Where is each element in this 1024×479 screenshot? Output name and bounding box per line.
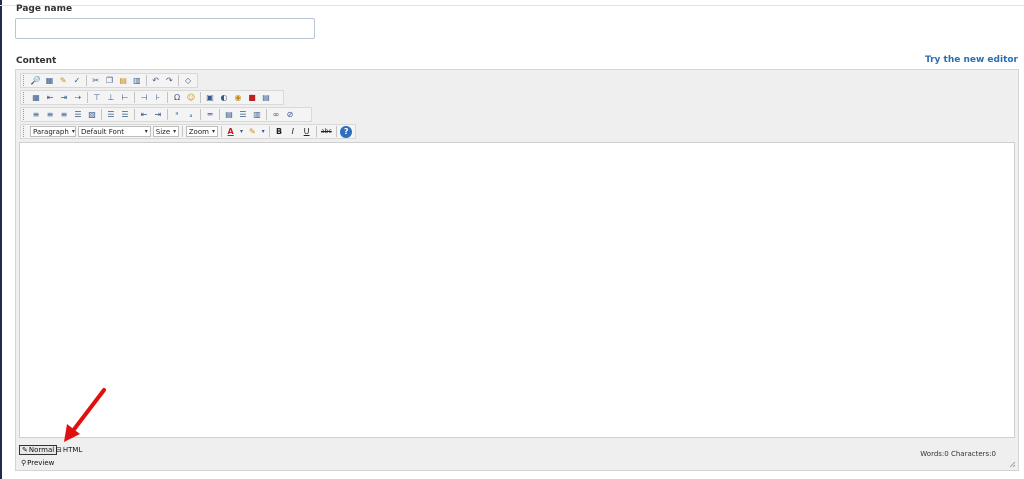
replace-icon[interactable]: ▦ (44, 75, 56, 87)
chevron-down-icon: ▾ (173, 128, 177, 135)
media-icon[interactable]: ◉ (232, 92, 244, 104)
chevron-down-icon: ▾ (71, 128, 75, 135)
cut-icon[interactable]: ✂ (90, 75, 102, 87)
template-icon[interactable]: ▤ (223, 109, 235, 121)
form-icon[interactable]: ▤ (260, 92, 272, 104)
link-icon[interactable]: ∞ (270, 109, 282, 121)
subscript-icon[interactable]: ₐ (185, 109, 197, 121)
chevron-down-icon: ▾ (144, 128, 148, 135)
outdent-icon[interactable]: ⇤ (138, 109, 150, 121)
page-break-icon[interactable]: ▥ (251, 109, 263, 121)
paragraph-format-select[interactable]: Paragraph ▾ (29, 126, 76, 137)
align-center-icon[interactable]: ≡ (44, 109, 56, 121)
try-new-editor-link[interactable]: Try the new editor (925, 55, 1018, 65)
emoticon-icon[interactable]: ☺ (185, 92, 197, 104)
insert-column-left-icon[interactable]: ⇤ (44, 92, 56, 104)
rich-text-editor: 🔎 ▦ ✎ ✓ ✂ ❐ ▤ ▥ ↶ ↷ ◇ ▦ ⇤ ⇥ ⇢ ⊤ ⊥ ⊢ ⊣ ⊦ … (15, 69, 1019, 471)
italic-icon[interactable]: I (287, 126, 299, 138)
insert-row-above-icon[interactable]: ⊤ (91, 92, 103, 104)
toolbar-row-1: 🔎 ▦ ✎ ✓ ✂ ❐ ▤ ▥ ↶ ↷ ◇ (20, 73, 198, 88)
underline-icon[interactable]: U (301, 126, 313, 138)
normal-mode-tab[interactable]: ✎ Normal (19, 445, 58, 455)
justify-full-icon[interactable]: ▧ (86, 109, 98, 121)
toolbar-grip (23, 126, 27, 137)
edit-icon: ✎ (22, 446, 28, 454)
left-border (0, 0, 2, 479)
font-color-icon[interactable]: A (225, 126, 237, 138)
align-left-icon[interactable]: ≡ (30, 109, 42, 121)
paste-icon[interactable]: ▤ (117, 75, 129, 87)
top-divider (0, 5, 1024, 6)
toolbar-row-4: Paragraph ▾ Default Font ▾ Size ▾ Zoom ▾ A ▾… (20, 124, 356, 139)
align-justify-icon[interactable]: ☰ (72, 109, 84, 121)
horizontal-rule-icon[interactable]: ═ (204, 109, 216, 121)
unlink-icon[interactable]: ⊘ (284, 109, 296, 121)
font-size-select[interactable]: Size ▾ (152, 126, 179, 137)
toolbar-grip (23, 75, 27, 86)
delete-column-icon[interactable]: ⇢ (72, 92, 84, 104)
find-icon[interactable]: 🔎 (30, 75, 42, 87)
bullet-list-icon[interactable]: ☰ (119, 109, 131, 121)
image-icon[interactable]: ▣ (204, 92, 216, 104)
copy-icon[interactable]: ❐ (104, 75, 116, 87)
help-icon[interactable]: ? (340, 125, 353, 138)
html-mode-tab[interactable]: ⊟ HTML (54, 445, 84, 455)
table-icon[interactable]: ▦ (30, 92, 42, 104)
toolbar-row-3: ≡ ≡ ≡ ☰ ▧ ☰ ☰ ⇤ ⇥ ᵃ ₐ ═ ▤ ☰ ▥ ∞ ⊘ (20, 107, 312, 122)
toolbar-grip (23, 92, 27, 103)
editor-content-area[interactable] (19, 142, 1015, 438)
resize-handle-icon[interactable] (1008, 460, 1016, 468)
paste-text-icon[interactable]: ▥ (131, 75, 143, 87)
indent-icon[interactable]: ⇥ (152, 109, 164, 121)
red-arrow-annotation-icon (64, 388, 106, 442)
spellcheck-abc-icon[interactable]: ✓ (71, 75, 83, 87)
code-icon: ⊟ (56, 446, 62, 454)
spellcheck-icon[interactable]: ✎ (57, 75, 69, 87)
insert-row-below-icon[interactable]: ⊥ (105, 92, 117, 104)
align-right-icon[interactable]: ≡ (58, 109, 70, 121)
font-family-select[interactable]: Default Font ▾ (77, 126, 151, 137)
page-name-input[interactable] (15, 18, 315, 39)
zoom-select[interactable]: Zoom ▾ (185, 126, 218, 137)
preview-mode-tab[interactable]: ⚲ Preview (20, 458, 55, 468)
merge-cells-icon[interactable]: ⊣ (138, 92, 150, 104)
magnifier-icon: ⚲ (21, 459, 27, 467)
toolbar-row-2: ▦ ⇤ ⇥ ⇢ ⊤ ⊥ ⊢ ⊣ ⊦ Ω ☺ ▣ ◐ ◉ ■ ▤ (20, 90, 284, 105)
page-name-label: Page name (16, 4, 73, 14)
undo-icon[interactable]: ↶ (150, 75, 162, 87)
delete-row-icon[interactable]: ⊢ (119, 92, 131, 104)
chevron-down-icon[interactable]: ▾ (260, 126, 266, 138)
chevron-down-icon: ▾ (211, 128, 215, 135)
toolbar-grip (23, 109, 27, 120)
eraser-icon[interactable]: ◇ (182, 75, 194, 87)
superscript-icon[interactable]: ᵃ (171, 109, 183, 121)
highlight-color-icon[interactable]: ✎ (246, 126, 258, 138)
paragraph-format-icon[interactable]: ☰ (237, 109, 249, 121)
special-character-icon[interactable]: Ω (171, 92, 183, 104)
strikethrough-icon[interactable]: abc (319, 126, 333, 138)
flash-icon[interactable]: ◐ (218, 92, 230, 104)
redo-icon[interactable]: ↷ (164, 75, 176, 87)
bold-icon[interactable]: B (273, 126, 285, 138)
content-label: Content (16, 56, 57, 66)
chevron-down-icon[interactable]: ▾ (239, 126, 245, 138)
ordered-list-icon[interactable]: ☰ (105, 109, 117, 121)
document-icon[interactable]: ■ (246, 92, 258, 104)
word-character-count: Words:0 Characters:0 (920, 450, 996, 458)
insert-column-right-icon[interactable]: ⇥ (58, 92, 70, 104)
split-cells-icon[interactable]: ⊦ (152, 92, 164, 104)
